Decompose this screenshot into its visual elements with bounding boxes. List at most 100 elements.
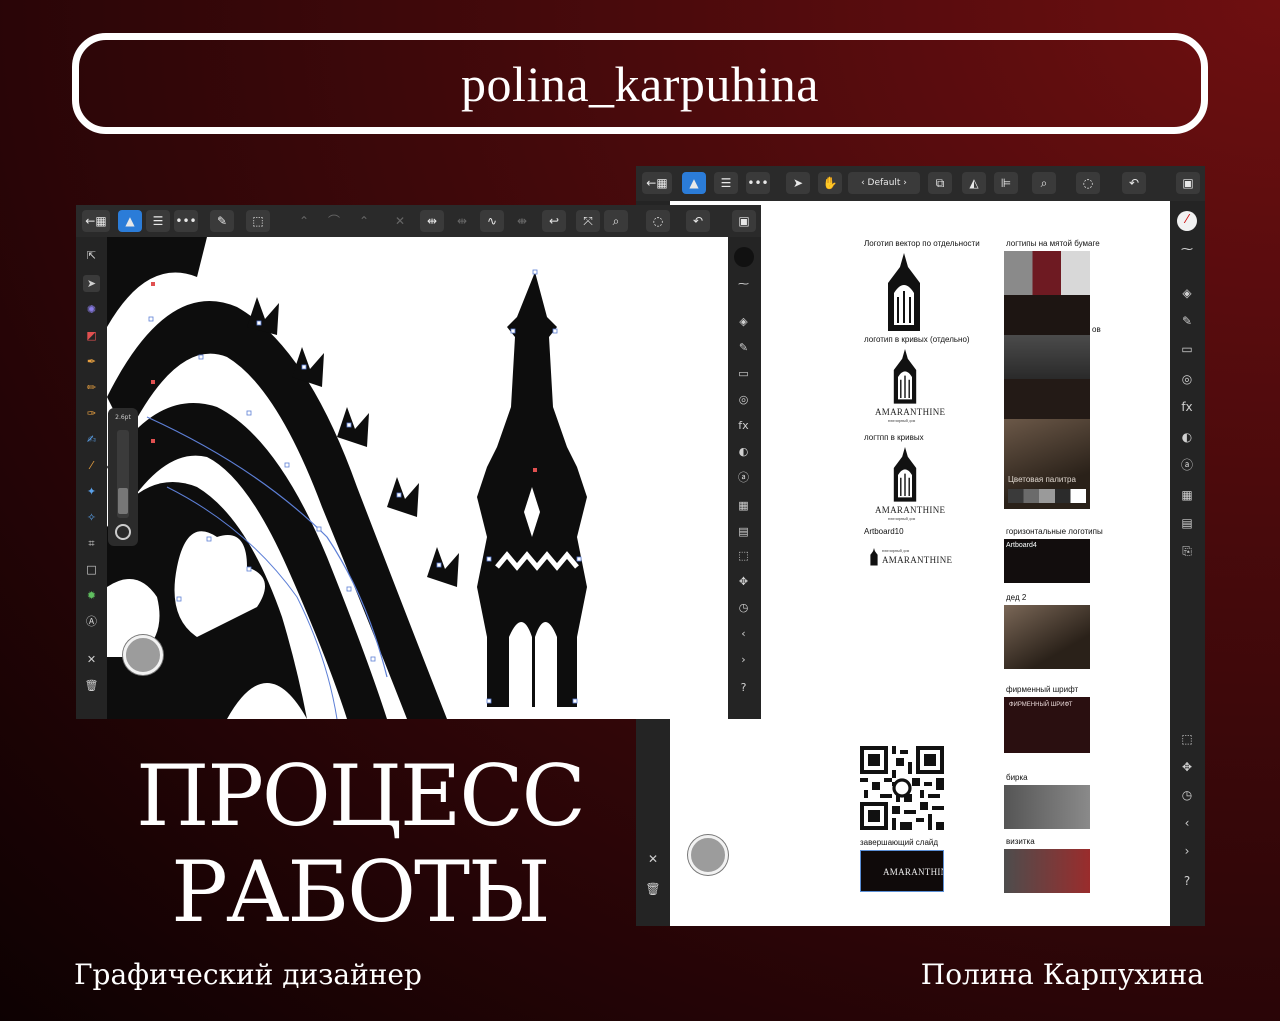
no-fill-icon[interactable]: ⁄ xyxy=(1177,211,1197,231)
smooth-node-icon[interactable]: ⌒ xyxy=(322,210,346,232)
fill-tool-icon[interactable]: ◩ xyxy=(83,327,100,344)
color-icon[interactable]: ◐ xyxy=(735,443,752,460)
help-icon[interactable]: ? xyxy=(1179,873,1195,889)
vector-canvas[interactable] xyxy=(107,237,728,719)
palette-thumbnail[interactable]: Цветовая палитра xyxy=(1004,419,1090,509)
more-icon[interactable]: ••• xyxy=(746,172,770,194)
brand-font-thumbnail[interactable]: ФИРМЕННЫЙ ШРИФТ xyxy=(1004,697,1090,753)
corner-tool-icon[interactable]: ✺ xyxy=(83,301,100,318)
app-logo-icon[interactable]: ▲ xyxy=(682,172,706,194)
undo-icon[interactable]: ↶ xyxy=(686,210,710,232)
select-all-icon[interactable]: ⬚ xyxy=(246,210,270,232)
studio-icon[interactable]: ▣ xyxy=(1176,172,1200,194)
ded2-thumbnail[interactable] xyxy=(1004,605,1090,669)
move-handles-icon[interactable]: ✥ xyxy=(1179,759,1195,775)
align-icon[interactable]: ⊫ xyxy=(994,172,1018,194)
shape-builder-icon[interactable]: ✦ xyxy=(83,483,100,500)
crop-tool-icon[interactable]: ⌗ xyxy=(83,535,100,552)
text-icon[interactable]: ⓐ xyxy=(735,469,752,486)
sharp-node-icon[interactable]: ⌃ xyxy=(292,210,316,232)
hand-tool-icon[interactable]: ✋ xyxy=(818,172,842,194)
slider-track[interactable] xyxy=(117,430,129,518)
crumpled-logos-thumbnail[interactable] xyxy=(1004,251,1090,295)
stroke-icon[interactable]: ⁓ xyxy=(735,275,752,292)
pencil-tool-icon[interactable]: ✏ xyxy=(83,379,100,396)
appearance-icon[interactable]: ◎ xyxy=(735,391,752,408)
shapes-tool-icon[interactable]: ✹ xyxy=(83,587,100,604)
layers-icon[interactable]: ◈ xyxy=(735,313,752,330)
zoom-icon[interactable]: ⌕ xyxy=(604,210,628,232)
fx-icon[interactable]: fx xyxy=(1179,399,1195,415)
text-slide-thumbnail[interactable] xyxy=(1004,379,1090,419)
clock-icon[interactable]: ◷ xyxy=(735,599,752,616)
quick-menu-knob[interactable] xyxy=(688,835,728,875)
history-icon[interactable]: ▤ xyxy=(1179,515,1195,531)
horizontal-logos-thumbnail[interactable]: Artboard4 xyxy=(1004,539,1090,583)
back-grid-icon[interactable]: ←▦ xyxy=(642,172,672,194)
transform-icon[interactable]: ▭ xyxy=(1179,341,1195,357)
studio-icon[interactable]: ▣ xyxy=(732,210,756,232)
history-icon[interactable]: ▤ xyxy=(735,523,752,540)
undo-icon[interactable]: ↶ xyxy=(1122,172,1146,194)
move-handles-icon[interactable]: ✥ xyxy=(735,573,752,590)
closing-slide-thumbnail[interactable]: AMARANTHINE xyxy=(860,850,944,892)
chevron-left-icon[interactable]: ‹ xyxy=(1179,815,1195,831)
node-mode-icon[interactable]: ✎ xyxy=(210,210,234,232)
rectangle-tool-icon[interactable]: □ xyxy=(83,561,100,578)
gradient-tool-icon[interactable]: ✧ xyxy=(83,509,100,526)
chevron-left-icon[interactable]: ‹ xyxy=(735,625,752,642)
reverse-curve-icon[interactable]: ⇼ xyxy=(510,210,534,232)
target-icon[interactable] xyxy=(115,524,131,540)
convert-icon[interactable]: ↩ xyxy=(542,210,566,232)
layers-icon[interactable]: ◈ xyxy=(1179,285,1195,301)
stroke-icon[interactable]: ⁓ xyxy=(1179,241,1195,257)
smart-node-icon[interactable]: ⌃ xyxy=(352,210,376,232)
text-tool-icon[interactable]: Ⓐ xyxy=(83,613,100,630)
text-icon[interactable]: ⓐ xyxy=(1179,457,1195,473)
quick-menu-knob[interactable] xyxy=(123,635,163,675)
fx-icon[interactable]: fx xyxy=(735,417,752,434)
slider-thumb[interactable] xyxy=(118,488,128,514)
export-icon[interactable]: ⎘ xyxy=(1179,543,1195,559)
appearance-icon[interactable]: ◎ xyxy=(1179,371,1195,387)
clock-icon[interactable]: ◷ xyxy=(1179,787,1195,803)
break-curve-icon[interactable]: ✕ xyxy=(388,210,412,232)
transform-origin-icon[interactable]: ⤧ xyxy=(576,210,600,232)
tag-thumbnail[interactable] xyxy=(1004,785,1090,829)
more-icon[interactable]: ••• xyxy=(174,210,198,232)
lasso-icon[interactable]: ◌ xyxy=(1076,172,1100,194)
lasso-icon[interactable]: ◌ xyxy=(646,210,670,232)
logo-presentation-thumbnail[interactable] xyxy=(1004,295,1090,335)
back-grid-icon[interactable]: ←▦ xyxy=(82,210,110,232)
zoom-icon[interactable]: ⌕ xyxy=(1032,172,1056,194)
snapping-icon[interactable]: ⬚ xyxy=(1179,731,1195,747)
brush-icon[interactable]: ✎ xyxy=(735,339,752,356)
close-curve-icon[interactable]: ⇹ xyxy=(450,210,474,232)
trash-icon[interactable]: 🗑 xyxy=(83,677,100,694)
vector-brush-icon[interactable]: ✑ xyxy=(83,405,100,422)
join-curves-icon[interactable]: ⇹ xyxy=(420,210,444,232)
color-icon[interactable]: ◐ xyxy=(1179,429,1195,445)
flip-icon[interactable]: ◭ xyxy=(962,172,986,194)
chevron-right-icon[interactable]: › xyxy=(735,651,752,668)
assets-icon[interactable]: ▦ xyxy=(1179,487,1195,503)
arrange-icon[interactable]: ⧉ xyxy=(928,172,952,194)
move-tool-icon[interactable]: ⇱ xyxy=(83,247,100,264)
close-icon[interactable]: ✕ xyxy=(83,651,100,668)
menu-icon[interactable]: ☰ xyxy=(146,210,170,232)
preset-selector[interactable]: ‹ Default › xyxy=(848,172,920,194)
transform-icon[interactable]: ▭ xyxy=(735,365,752,382)
business-card-thumbnail[interactable] xyxy=(1004,849,1090,893)
pen-tool-icon[interactable]: ✒ xyxy=(83,353,100,370)
brush-icon[interactable]: ✎ xyxy=(1179,313,1195,329)
fill-brush-icon[interactable]: ✍ xyxy=(83,431,100,448)
logo-mockup-thumbnail[interactable] xyxy=(1004,335,1090,379)
app-logo-icon[interactable]: ▲ xyxy=(118,210,142,232)
help-icon[interactable]: ? xyxy=(735,679,752,696)
fill-swatch-icon[interactable] xyxy=(734,247,754,267)
move-tool-icon[interactable]: ➤ xyxy=(786,172,810,194)
smooth-curve-icon[interactable]: ∿ xyxy=(480,210,504,232)
chevron-right-icon[interactable]: › xyxy=(1179,843,1195,859)
node-tool-icon[interactable]: ➤ xyxy=(83,275,100,292)
stroke-width-slider[interactable]: 2.6pt xyxy=(108,408,138,546)
